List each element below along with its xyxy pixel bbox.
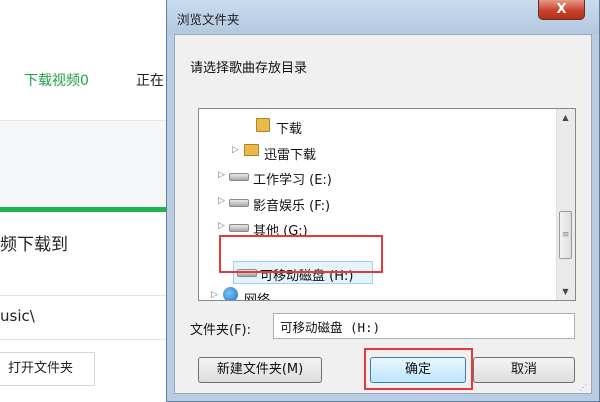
tree-item-downloads[interactable]: 下载: [199, 114, 539, 138]
expand-arrow-icon[interactable]: ▷: [218, 221, 225, 231]
content-band: [0, 121, 170, 209]
scroll-down-icon[interactable]: ▼: [557, 283, 574, 300]
resize-grip-icon[interactable]: ⋰: [579, 383, 587, 392]
cancel-button[interactable]: 取消: [473, 357, 575, 383]
tab-downloaded-videos[interactable]: 下载视频0: [24, 70, 89, 90]
dialog-title: 浏览文件夹: [177, 12, 240, 27]
network-icon: [223, 287, 238, 300]
tree-item-label: 影音娱乐 (F:): [253, 199, 331, 214]
download-path: usic\: [0, 307, 35, 325]
vertical-scrollbar[interactable]: ▲ ≡ ▼: [556, 109, 575, 300]
tree-item-network[interactable]: ▷ 网络: [199, 285, 539, 301]
dialog-body: 请选择歌曲存放目录 下载 ▷ 迅雷下载 ▷ 工作学习 (E:) ▷ 影音娱乐 (…: [174, 34, 592, 394]
scroll-up-icon[interactable]: ▲: [557, 109, 574, 126]
expand-arrow-icon[interactable]: ▷: [218, 196, 225, 206]
drive-icon: [229, 169, 249, 181]
progress-bar: [0, 207, 170, 212]
folder-field-label: 文件夹(F):: [190, 323, 252, 338]
dialog-prompt: 请选择歌曲存放目录: [190, 61, 308, 76]
tree-item-label: 下载: [276, 122, 303, 137]
open-folder-button[interactable]: 打开文件夹: [0, 352, 95, 386]
tree-item-label: 工作学习 (E:): [253, 173, 332, 188]
close-button[interactable]: X: [538, 0, 585, 20]
folder-tree[interactable]: 下载 ▷ 迅雷下载 ▷ 工作学习 (E:) ▷ 影音娱乐 (F:) ▷ 其他 (: [198, 108, 576, 301]
browse-folder-dialog: 浏览文件夹 X 请选择歌曲存放目录 下载 ▷ 迅雷下载 ▷ 工作学习 (E:) …: [166, 0, 600, 402]
tab-downloading[interactable]: 正在: [136, 70, 164, 90]
expand-arrow-icon[interactable]: ▷: [232, 145, 239, 155]
tree-item-drive-e[interactable]: ▷ 工作学习 (E:): [199, 165, 539, 189]
annotation-highlight-drive: [219, 235, 383, 273]
tree-item-label: 迅雷下载: [264, 148, 317, 163]
download-tabs: 下载视频0 正在: [0, 40, 170, 121]
expand-arrow-icon[interactable]: ▷: [218, 170, 225, 180]
drive-icon: [229, 195, 249, 207]
drive-icon: [229, 220, 249, 232]
scroll-thumb[interactable]: ≡: [559, 211, 572, 259]
ok-button[interactable]: 确定: [370, 357, 466, 383]
download-folder-icon: [256, 118, 270, 132]
folder-icon: [244, 144, 259, 156]
divider: [0, 339, 170, 340]
tree-item-drive-f[interactable]: ▷ 影音娱乐 (F:): [199, 191, 539, 215]
tree-item-xunlei[interactable]: ▷ 迅雷下载: [199, 140, 539, 164]
divider: [0, 295, 170, 296]
dialog-titlebar[interactable]: 浏览文件夹 X: [167, 0, 599, 34]
section-title: 频下载到: [0, 235, 68, 255]
tree-item-label: 网络: [244, 293, 271, 301]
new-folder-button[interactable]: 新建文件夹(M): [198, 357, 322, 383]
expand-arrow-icon[interactable]: ▷: [211, 290, 218, 300]
folder-field[interactable]: 可移动磁盘 (H:): [273, 313, 575, 339]
